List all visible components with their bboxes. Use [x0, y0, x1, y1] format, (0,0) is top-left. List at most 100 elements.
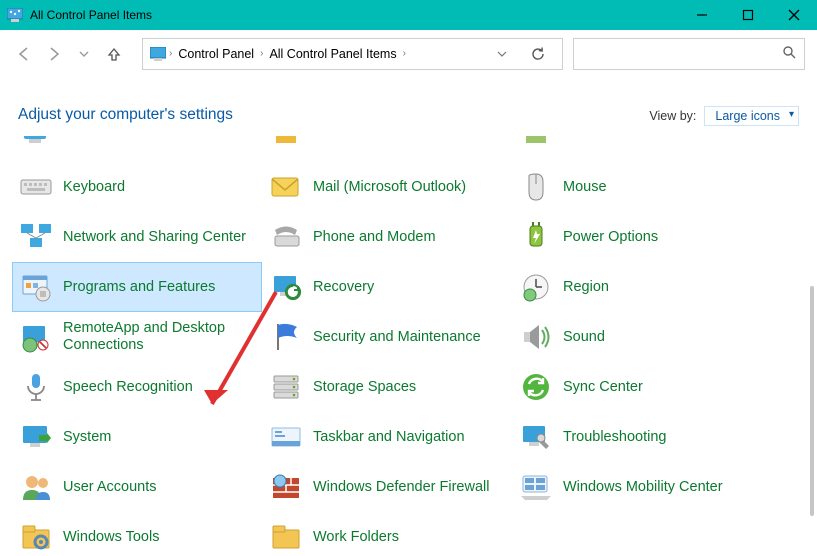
item-label — [563, 136, 567, 141]
list-item[interactable] — [12, 136, 262, 158]
item-sound[interactable]: Sound — [512, 312, 762, 362]
view-by-control: View by: Large icons — [649, 106, 799, 126]
minimize-button[interactable] — [679, 0, 725, 30]
network-icon — [19, 220, 53, 254]
tools-icon — [19, 520, 53, 554]
item-recovery[interactable]: Recovery — [262, 262, 512, 312]
item-storage-spaces[interactable]: Storage Spaces — [262, 362, 512, 412]
item-mail[interactable]: Mail (Microsoft Outlook) — [262, 162, 512, 212]
mail-icon — [269, 170, 303, 204]
item-sync-center[interactable]: Sync Center — [512, 362, 762, 412]
programs-icon — [19, 270, 53, 304]
item-label: User Accounts — [63, 479, 157, 496]
item-mobility-center[interactable]: Windows Mobility Center — [512, 462, 762, 512]
item-label — [313, 136, 317, 141]
search-box[interactable] — [573, 38, 805, 70]
item-label: Windows Tools — [63, 529, 159, 546]
generic-icon — [269, 136, 303, 150]
mobility-icon — [519, 470, 553, 504]
chevron-right-icon[interactable]: › — [401, 48, 408, 59]
control-panel-icon — [6, 7, 24, 23]
item-security-maintenance[interactable]: Security and Maintenance — [262, 312, 512, 362]
mouse-icon — [519, 170, 553, 204]
item-label: Sound — [563, 329, 605, 346]
maximize-button[interactable] — [725, 0, 771, 30]
item-label: Storage Spaces — [313, 379, 416, 396]
chevron-right-icon[interactable]: › — [258, 48, 265, 59]
item-work-folders[interactable]: Work Folders — [262, 512, 512, 556]
window-title: All Control Panel Items — [30, 8, 152, 22]
back-button[interactable] — [12, 42, 36, 66]
power-icon — [519, 220, 553, 254]
item-windows-tools[interactable]: Windows Tools — [12, 512, 262, 556]
item-label: Mouse — [563, 179, 607, 196]
item-label: Taskbar and Navigation — [313, 429, 465, 446]
address-bar[interactable]: › Control Panel › All Control Panel Item… — [142, 38, 563, 70]
address-dropdown-button[interactable] — [490, 42, 514, 66]
refresh-button[interactable] — [520, 46, 556, 61]
microphone-icon — [19, 370, 53, 404]
content-area: Keyboard Mail (Microsoft Outlook) Mouse … — [0, 136, 817, 556]
firewall-icon — [269, 470, 303, 504]
item-speech-recognition[interactable]: Speech Recognition — [12, 362, 262, 412]
item-label: Windows Mobility Center — [563, 479, 723, 496]
up-button[interactable] — [102, 42, 126, 66]
system-icon — [19, 420, 53, 454]
item-label: Speech Recognition — [63, 379, 193, 396]
recent-locations-button[interactable] — [72, 42, 96, 66]
breadcrumb[interactable]: All Control Panel Items — [265, 47, 400, 61]
item-troubleshooting[interactable]: Troubleshooting — [512, 412, 762, 462]
item-label: Sync Center — [563, 379, 643, 396]
sync-icon — [519, 370, 553, 404]
item-power-options[interactable]: Power Options — [512, 212, 762, 262]
item-label: RemoteApp and Desktop Connections — [63, 320, 255, 353]
item-label: Recovery — [313, 279, 374, 296]
item-network-sharing[interactable]: Network and Sharing Center — [12, 212, 262, 262]
taskbar-icon — [269, 420, 303, 454]
close-button[interactable] — [771, 0, 817, 30]
page-title: Adjust your computer's settings — [18, 106, 233, 124]
control-panel-icon — [149, 46, 167, 62]
item-label: System — [63, 429, 111, 446]
scrollbar[interactable] — [810, 286, 814, 516]
item-phone-modem[interactable]: Phone and Modem — [262, 212, 512, 262]
item-keyboard[interactable]: Keyboard — [12, 162, 262, 212]
list-item[interactable] — [512, 136, 762, 158]
forward-button[interactable] — [42, 42, 66, 66]
clock-icon — [519, 270, 553, 304]
view-by-dropdown[interactable]: Large icons — [704, 106, 799, 126]
navigation-toolbar: › Control Panel › All Control Panel Item… — [0, 30, 817, 78]
flag-icon — [269, 320, 303, 354]
chevron-right-icon[interactable]: › — [167, 48, 174, 59]
item-label: Security and Maintenance — [313, 329, 481, 346]
users-icon — [19, 470, 53, 504]
item-mouse[interactable]: Mouse — [512, 162, 762, 212]
item-system[interactable]: System — [12, 412, 262, 462]
item-label: Power Options — [563, 229, 658, 246]
item-defender-firewall[interactable]: Windows Defender Firewall — [262, 462, 512, 512]
item-label: Work Folders — [313, 529, 399, 546]
item-label: Keyboard — [63, 179, 125, 196]
item-label: Windows Defender Firewall — [313, 479, 489, 496]
search-input[interactable] — [582, 47, 782, 61]
item-label: Programs and Features — [63, 279, 215, 296]
item-label: Network and Sharing Center — [63, 229, 246, 246]
speaker-icon — [519, 320, 553, 354]
item-label: Region — [563, 279, 609, 296]
item-user-accounts[interactable]: User Accounts — [12, 462, 262, 512]
subheader: Adjust your computer's settings View by:… — [0, 78, 817, 136]
item-label: Phone and Modem — [313, 229, 436, 246]
item-taskbar-navigation[interactable]: Taskbar and Navigation — [262, 412, 512, 462]
keyboard-icon — [19, 170, 53, 204]
item-region[interactable]: Region — [512, 262, 762, 312]
item-programs-features[interactable]: Programs and Features — [12, 262, 262, 312]
remoteapp-icon — [19, 320, 53, 354]
titlebar: All Control Panel Items — [0, 0, 817, 30]
storage-icon — [269, 370, 303, 404]
breadcrumb[interactable]: Control Panel — [174, 47, 258, 61]
search-icon[interactable] — [782, 45, 796, 62]
generic-icon — [519, 136, 553, 150]
item-remoteapp[interactable]: RemoteApp and Desktop Connections — [12, 312, 262, 362]
list-item[interactable] — [262, 136, 512, 158]
item-label: Troubleshooting — [563, 429, 666, 446]
